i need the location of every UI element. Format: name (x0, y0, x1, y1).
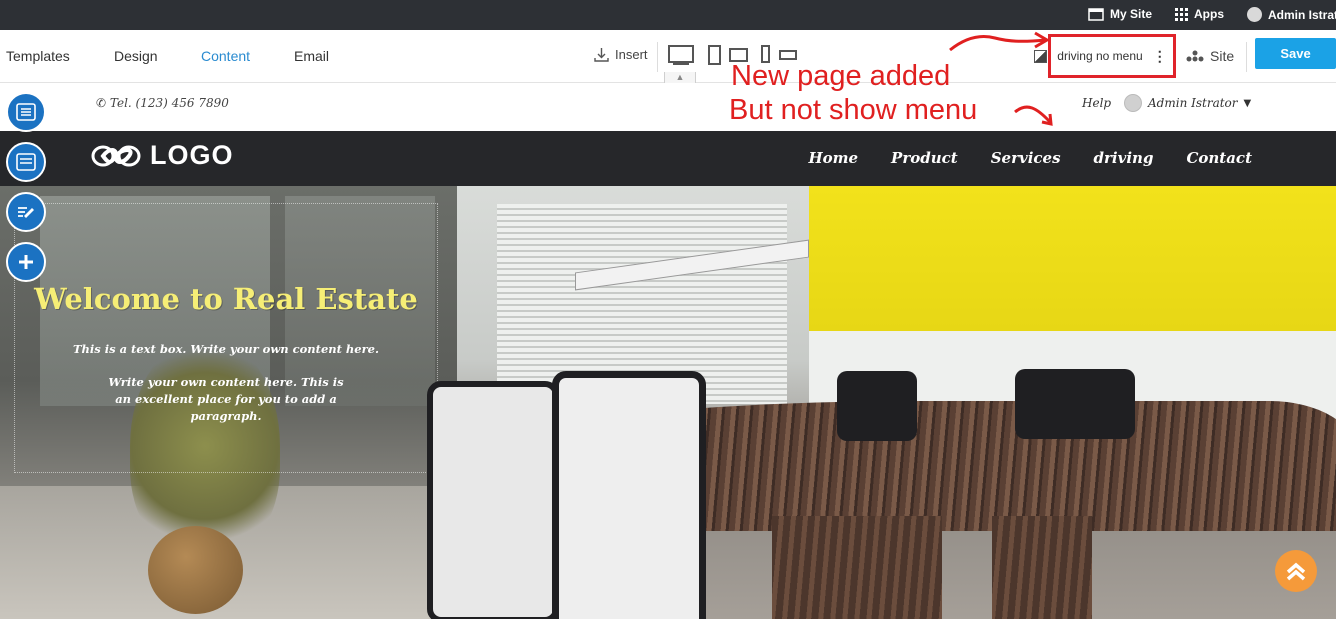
logo-text: LOGO (150, 140, 234, 170)
table-leg-shape (992, 516, 1092, 619)
hero-paragraph-2[interactable]: Write your own content here. This is an … (0, 374, 452, 425)
hero-title[interactable]: Welcome to Real Estate (0, 282, 452, 316)
hero-paragraph-1[interactable]: This is a text box. Write your own conte… (0, 341, 452, 358)
section-icon (16, 153, 36, 171)
nav-item-driving[interactable]: driving (1094, 149, 1154, 167)
phone-icon: ✆ (96, 96, 107, 110)
site-info-bar: ✆ Tel. (123) 456 7890 Help Admin Istrato… (0, 83, 1336, 131)
sections-button[interactable] (6, 142, 46, 182)
plus-icon (19, 255, 33, 269)
hero-right-image (427, 186, 1336, 619)
annotation-line-2: But not show menu (729, 94, 978, 126)
help-link[interactable]: Help (1082, 96, 1111, 110)
my-site-link[interactable]: My Site (1088, 7, 1152, 21)
site-navbar: LOGO Home Product Services driving Conta… (0, 131, 1336, 186)
user-avatar-icon (1124, 94, 1142, 112)
add-element-button[interactable] (6, 242, 46, 282)
insert-label: Insert (615, 47, 648, 62)
toolbar-divider (657, 42, 658, 72)
tab-email[interactable]: Email (294, 48, 329, 64)
phone-info: ✆ Tel. (123) 456 7890 (96, 96, 229, 110)
scroll-to-top-button[interactable] (1275, 550, 1317, 592)
tablet-portrait-icon[interactable] (708, 45, 721, 65)
phone-text: Tel. (123) 456 7890 (109, 96, 229, 110)
chair-shape (427, 381, 559, 619)
nav-item-product[interactable]: Product (891, 149, 958, 167)
annotation-line-1: New page added (731, 60, 951, 92)
chair-back-shape (837, 371, 917, 441)
site-user-menu[interactable]: Admin Istrator ▼ (1124, 94, 1251, 112)
admin-user-name: Admin Istrator (1268, 7, 1336, 22)
download-icon (594, 48, 609, 62)
desktop-stand (673, 63, 689, 65)
editor-toolbar: Templates Design Content Email Insert ▲ … (0, 30, 1336, 85)
browser-window-icon (1088, 7, 1104, 21)
site-label: Site (1210, 48, 1235, 64)
admin-user-menu[interactable]: Admin Istrator (1247, 7, 1336, 22)
apps-link[interactable]: Apps (1175, 7, 1224, 21)
admin-bar: My Site Apps Admin Istrator (0, 0, 1336, 30)
nav-item-home[interactable]: Home (808, 149, 858, 167)
tab-design[interactable]: Design (114, 48, 158, 64)
tab-content[interactable]: Content (201, 48, 250, 64)
infinity-logo-icon (91, 145, 141, 166)
table-leg-shape (772, 516, 942, 619)
chair-back-shape (1015, 369, 1135, 439)
page-selector[interactable]: driving no menu ⋮ (1048, 34, 1176, 78)
hero-left-image: Welcome to Real Estate This is a text bo… (0, 186, 457, 619)
annotation-arrow-bottom (1014, 105, 1053, 126)
layout-list-icon (16, 103, 36, 121)
sitemap-icon (1186, 50, 1204, 62)
more-vertical-icon[interactable]: ⋮ (1153, 48, 1167, 65)
double-chevron-up-icon (1286, 562, 1306, 581)
caret-down-icon: ▼ (1243, 97, 1252, 109)
tab-templates[interactable]: Templates (6, 48, 70, 64)
site-button[interactable]: Site (1186, 48, 1234, 64)
insert-button[interactable]: Insert (594, 47, 648, 62)
nav-item-services[interactable]: Services (991, 149, 1061, 167)
site-logo[interactable]: LOGO (90, 140, 234, 171)
nav-item-contact[interactable]: Contact (1186, 149, 1252, 167)
apps-label: Apps (1194, 7, 1224, 21)
site-nav-menu: Home Product Services driving Contact (808, 149, 1252, 167)
toolbar-divider (1246, 42, 1247, 72)
site-user-name: Admin Istrator (1148, 96, 1238, 110)
hero-section: Welcome to Real Estate This is a text bo… (0, 186, 1336, 619)
save-button[interactable]: Save (1255, 38, 1336, 69)
current-page-name: driving no menu (1057, 49, 1143, 63)
desktop-view-icon[interactable] (668, 45, 694, 63)
phone-landscape-icon[interactable] (779, 50, 797, 60)
page-layout-button[interactable] (6, 92, 46, 132)
user-avatar-icon (1247, 7, 1262, 22)
chevron-up-icon: ▲ (675, 72, 685, 82)
edit-content-button[interactable] (6, 192, 46, 232)
apps-grid-icon (1175, 7, 1188, 21)
annotation-arrow-top (949, 31, 1050, 52)
my-site-label: My Site (1110, 7, 1153, 21)
hero-text-box[interactable] (14, 203, 438, 473)
edit-list-icon (18, 207, 34, 218)
chair-shape (552, 371, 706, 619)
plant-pot-shape (148, 526, 243, 614)
